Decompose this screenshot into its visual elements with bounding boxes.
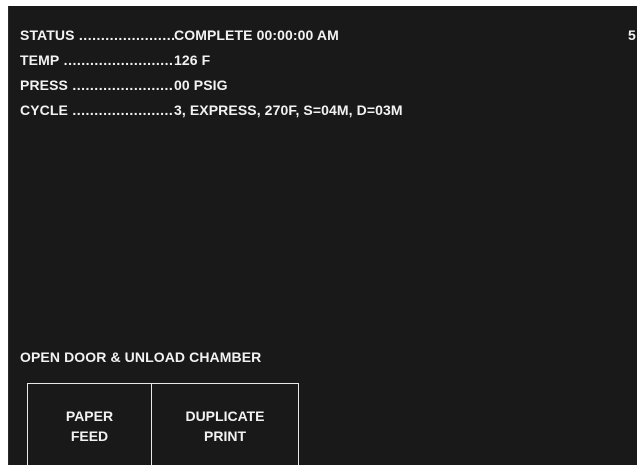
status-line: STATUS COMPLETE 00:00:00 AM: [20, 27, 403, 52]
temp-label: TEMP: [20, 52, 174, 77]
paper-feed-button[interactable]: PAPER FEED: [28, 384, 151, 465]
duplicate-print-label-line2: PRINT: [204, 427, 246, 444]
press-label: PRESS: [20, 77, 174, 102]
status-panel: STATUS COMPLETE 00:00:00 AM TEMP 126 F P…: [20, 27, 403, 127]
press-line: PRESS 00 PSIG: [20, 77, 403, 102]
cycle-label: CYCLE: [20, 102, 174, 127]
duplicate-print-label-line1: DUPLICATE: [185, 407, 265, 424]
instruction-message: OPEN DOOR & UNLOAD CHAMBER: [20, 349, 262, 365]
cycle-value: 3, EXPRESS, 270F, S=04M, D=03M: [174, 102, 403, 118]
press-value: 00 PSIG: [174, 77, 228, 93]
status-label: STATUS: [20, 27, 174, 52]
temp-line: TEMP 126 F: [20, 52, 403, 77]
status-value: COMPLETE 00:00:00 AM: [174, 27, 339, 43]
cycle-line: CYCLE 3, EXPRESS, 270F, S=04M, D=03M: [20, 102, 403, 127]
soft-button-bar: PAPER FEED DUPLICATE PRINT: [27, 383, 299, 465]
paper-feed-label-line1: PAPER: [65, 407, 114, 424]
duplicate-print-button[interactable]: DUPLICATE PRINT: [151, 384, 298, 465]
paper-feed-label-line2: FEED: [70, 427, 109, 444]
page-number: 5: [628, 27, 636, 43]
temp-value: 126 F: [174, 52, 211, 68]
display-screen: 5 STATUS COMPLETE 00:00:00 AM TEMP 126 F…: [8, 6, 637, 465]
